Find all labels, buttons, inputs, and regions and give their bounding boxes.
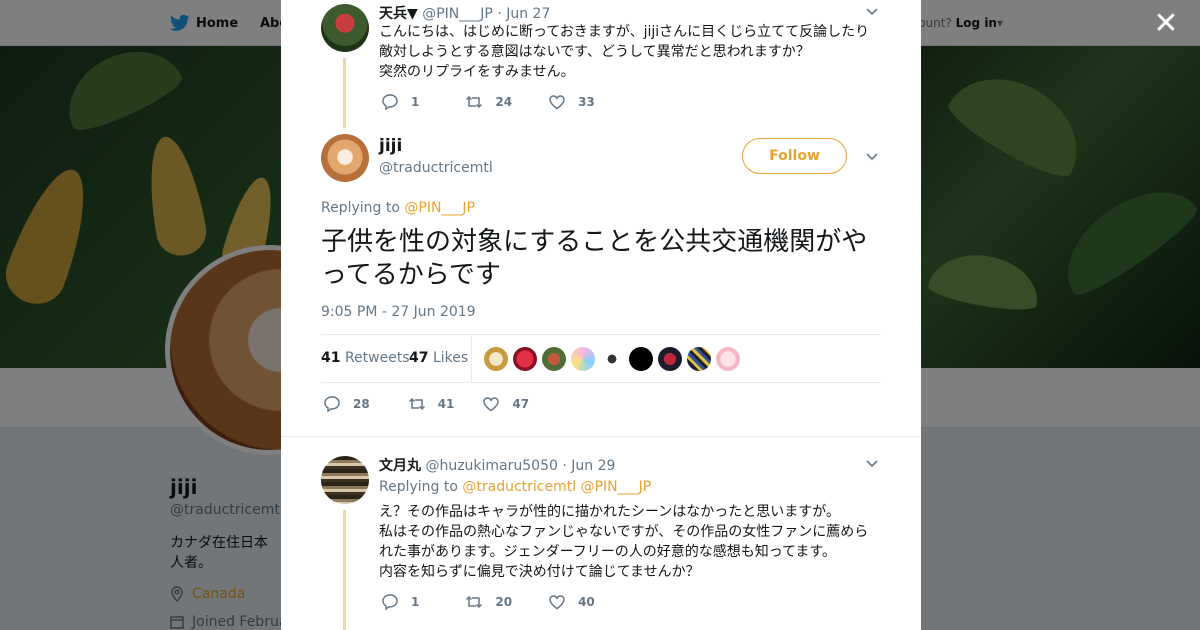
thread-line: [343, 58, 346, 128]
retweet-icon: [408, 397, 425, 411]
follow-button[interactable]: Follow: [742, 138, 847, 174]
like-count: 33: [578, 95, 595, 109]
tweet-stats: 41 Retweets 47 Likes: [321, 334, 881, 383]
liker-avatar[interactable]: [600, 347, 624, 371]
liker-avatar[interactable]: [542, 347, 566, 371]
chevron-down-icon[interactable]: [866, 458, 878, 470]
liker-avatar[interactable]: [716, 347, 740, 371]
tweet-date[interactable]: · Jun 27: [497, 6, 550, 22]
stats-divider: [471, 335, 472, 382]
main-tweet-text: 子供を性の対象にすることを公共交通機関がやってるからです: [321, 227, 868, 290]
liker-avatar[interactable]: [484, 347, 508, 371]
likes-stat-count: 47: [409, 350, 429, 366]
heart-icon: [483, 397, 500, 412]
like-button[interactable]: 33: [548, 93, 595, 111]
liker-avatars: [484, 347, 740, 371]
liker-avatar[interactable]: [629, 347, 653, 371]
main-tweet-actions: 28 41 47: [323, 395, 555, 413]
like-count: 47: [512, 397, 530, 411]
retweet-icon: [466, 595, 483, 609]
tweet-text-line: 突然のリプライをすみません。: [379, 64, 575, 80]
retweet-count: 20: [495, 595, 513, 609]
tweet-text: こんにちは、はじめに断っておきますが、jijiさんに目くじら立てて反論したり 敵…: [379, 22, 879, 82]
tweet-text-line: 敵対しようとする意図はないです、どうして異常だと思われますか？: [379, 44, 810, 60]
tweet-date[interactable]: · Jun 29: [562, 458, 615, 474]
reply-button[interactable]: 1: [381, 93, 419, 111]
retweet-button[interactable]: 24: [465, 93, 512, 111]
reply-icon: [324, 396, 340, 413]
reply-icon: [382, 94, 398, 111]
tweet-header: 文月丸 @huzukimaru5050 · Jun 29: [379, 455, 615, 475]
likes-stat[interactable]: 47 Likes: [409, 350, 468, 366]
retweets-stat-count: 41: [321, 350, 341, 366]
likes-stat-label: Likes: [432, 350, 469, 366]
reply-button[interactable]: 28: [323, 395, 370, 413]
author-handle[interactable]: @huzukimaru5050: [425, 458, 557, 474]
tweet-author-avatar[interactable]: [321, 4, 369, 52]
mention-link[interactable]: @traductricemtl: [462, 479, 576, 495]
retweet-count: 24: [495, 95, 513, 109]
replying-to: Replying to @traductricemtl @PIN___JP: [379, 479, 651, 495]
tweet-text-line: こんにちは、はじめに断っておきますが、jijiさんに目くじら立てて反論したり: [379, 24, 870, 40]
liker-avatar[interactable]: [687, 347, 711, 371]
retweet-button[interactable]: 41: [408, 395, 455, 413]
tweet-actions: 1 20 40: [381, 593, 621, 611]
like-count: 40: [578, 595, 595, 609]
reply-author-avatar[interactable]: [321, 456, 369, 504]
author-name[interactable]: 天兵▼: [379, 6, 418, 22]
retweet-button[interactable]: 20: [465, 593, 512, 611]
mention-link[interactable]: @PIN___JP: [581, 479, 652, 495]
mention-link[interactable]: @PIN___JP: [404, 200, 475, 216]
chevron-down-icon[interactable]: [866, 6, 878, 18]
retweets-stat[interactable]: 41 Retweets: [321, 350, 410, 366]
liker-avatar[interactable]: [513, 347, 537, 371]
replying-to: Replying to @PIN___JP: [321, 200, 475, 216]
reply-count: 28: [353, 397, 370, 411]
close-icon[interactable]: ✕: [1152, 9, 1180, 39]
thread-line: [343, 510, 346, 630]
liker-avatar[interactable]: [571, 347, 595, 371]
retweet-icon: [466, 95, 483, 109]
reply-count: 1: [411, 95, 420, 109]
reply-button[interactable]: 1: [381, 593, 419, 611]
replying-to-label: Replying to: [379, 479, 458, 495]
tweet-modal: 天兵▼ @PIN___JP · Jun 27 こんにちは、はじめに断っておきます…: [281, 0, 921, 630]
reply-icon: [382, 594, 398, 611]
author-handle[interactable]: @PIN___JP: [422, 6, 493, 22]
tweet-text-line: 私はその作品の熱心なファンじゃないですが、その作品の女性ファンに薦めら: [379, 524, 869, 540]
like-button[interactable]: 47: [482, 395, 529, 413]
main-author-name[interactable]: jiji: [379, 136, 402, 156]
main-author-handle[interactable]: @traductricemtl: [379, 160, 493, 176]
tweet-actions: 1 24 33: [381, 93, 621, 111]
author-name[interactable]: 文月丸: [379, 458, 421, 474]
replying-to-label: Replying to: [321, 200, 400, 216]
divider: [281, 436, 921, 437]
chevron-down-icon[interactable]: [866, 151, 878, 163]
main-tweet-avatar[interactable]: [321, 134, 369, 182]
heart-icon: [549, 595, 565, 610]
reply-count: 1: [411, 595, 420, 609]
tweet-header: 天兵▼ @PIN___JP · Jun 27: [379, 3, 550, 23]
tweet-text-line: れた事があります。ジェンダーフリーの人の好意的な感想も知ってます。: [379, 544, 836, 560]
tweet-text-line: え？その作品はキャラが性的に描かれたシーンはなかったと思いますが。: [379, 504, 841, 520]
tweet-text: え？その作品はキャラが性的に描かれたシーンはなかったと思いますが。 私はその作品…: [379, 502, 879, 582]
retweets-stat-label: Retweets: [344, 350, 410, 366]
heart-icon: [549, 95, 565, 110]
liker-avatar[interactable]: [658, 347, 682, 371]
like-button[interactable]: 40: [548, 593, 595, 611]
tweet-text-line: 内容を知らずに偏見で決め付けて論じてませんか？: [379, 564, 700, 580]
tweet-timestamp[interactable]: 9:05 PM - 27 Jun 2019: [321, 304, 476, 320]
retweet-count: 41: [437, 397, 455, 411]
